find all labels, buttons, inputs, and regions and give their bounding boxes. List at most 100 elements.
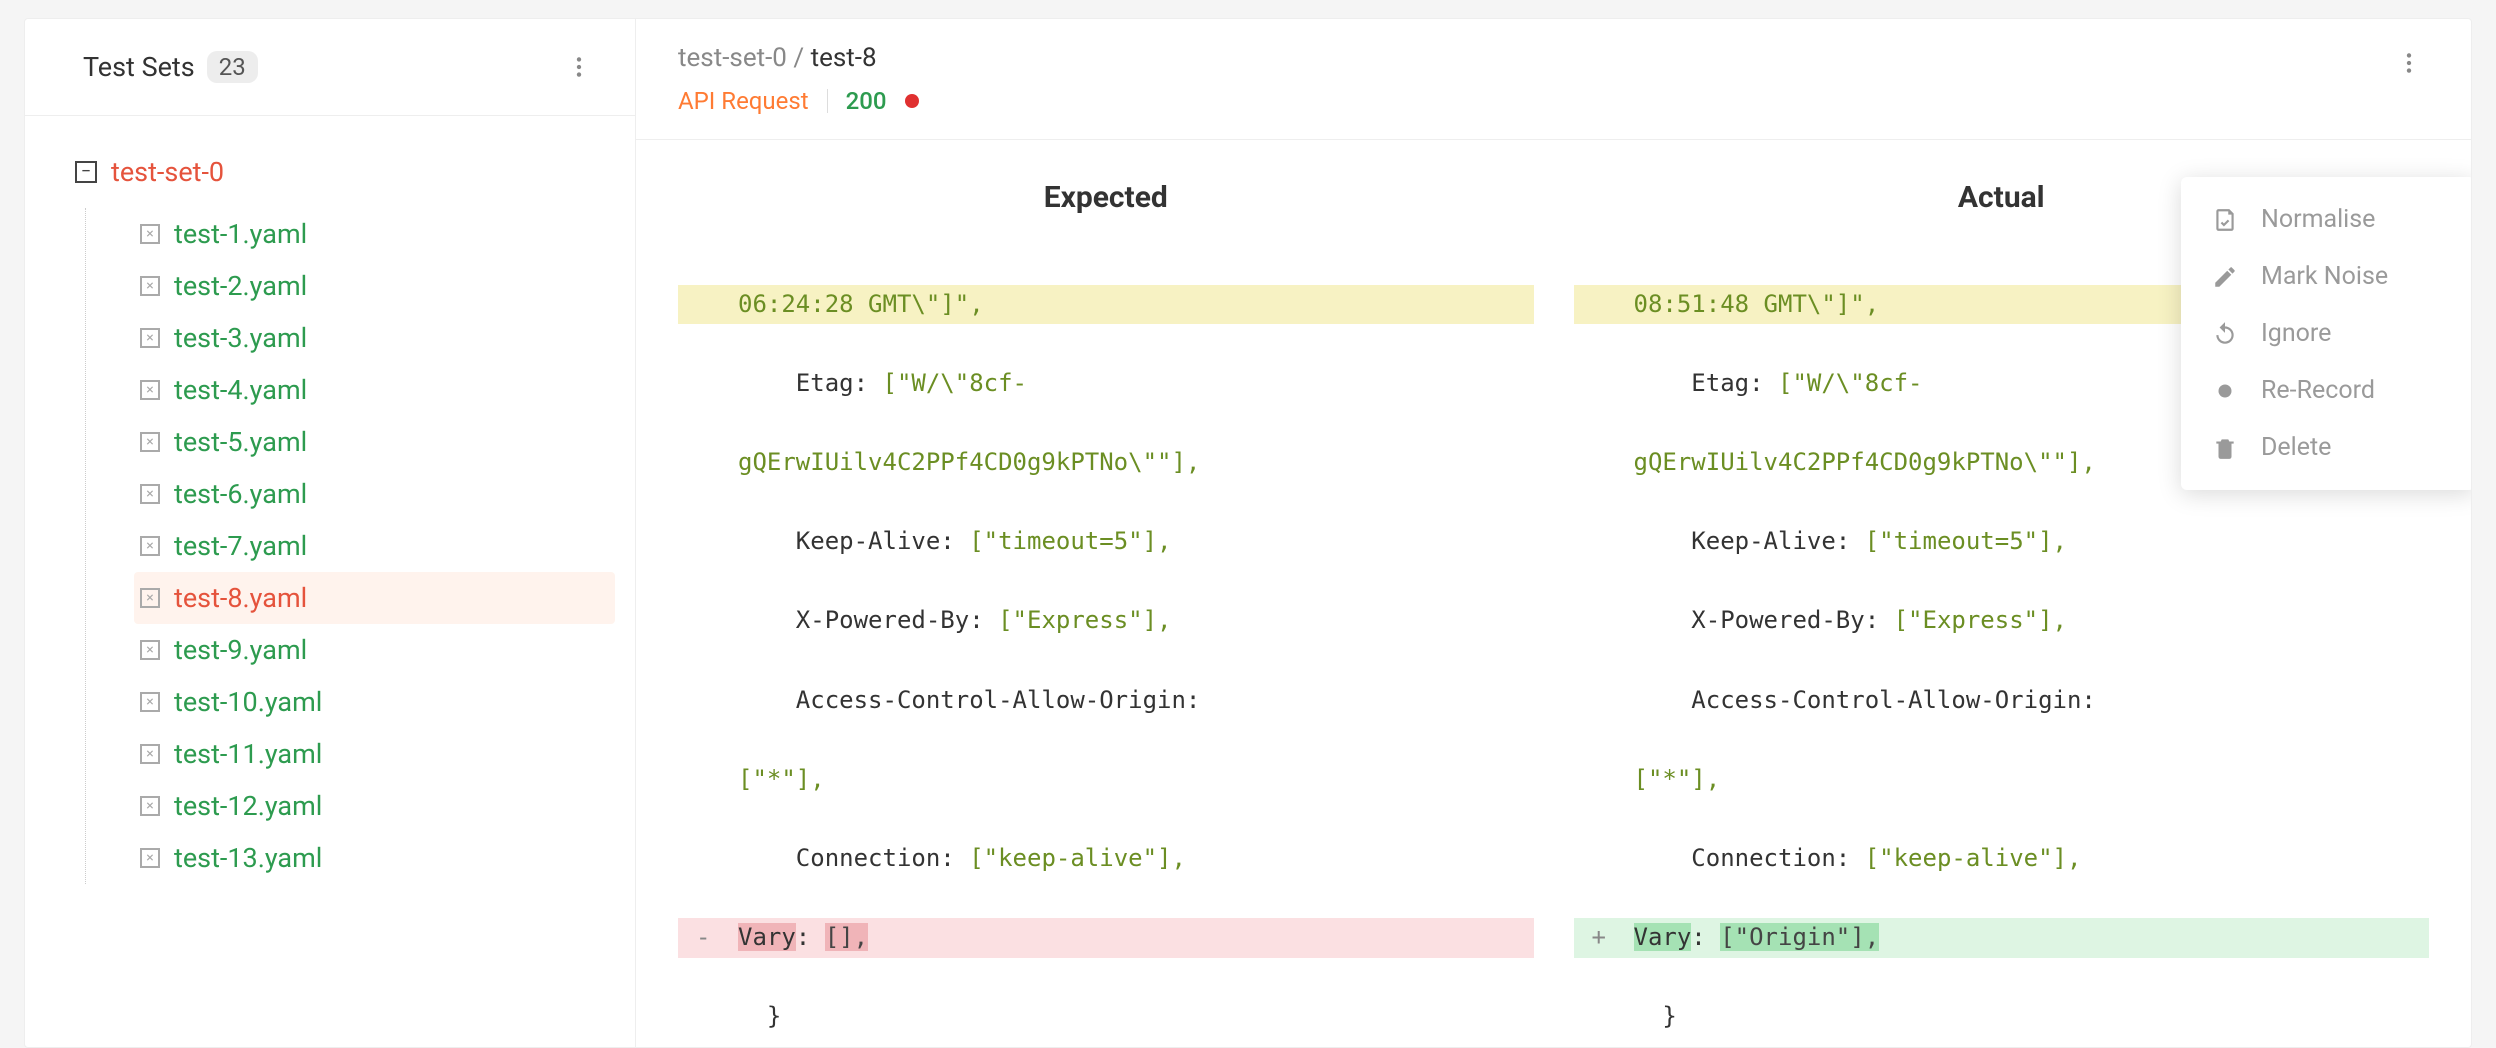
conn-key: Connection: bbox=[1691, 844, 1850, 872]
tree-item[interactable]: × test-11.yaml bbox=[134, 728, 615, 780]
tree-item[interactable]: × test-7.yaml bbox=[134, 520, 615, 572]
conn-val: ["keep-alive"], bbox=[1865, 844, 2082, 872]
etag-open: ["W/\"8cf- bbox=[1778, 369, 1923, 397]
sidebar-header: Test Sets 23 bbox=[25, 19, 635, 116]
file-icon: × bbox=[140, 536, 160, 556]
brace-close: } bbox=[1662, 1002, 1676, 1030]
menu-item-label: Re-Record bbox=[2261, 376, 2375, 405]
main-header: test-set-0 / test-8 API Request 200 bbox=[636, 19, 2471, 140]
file-icon: × bbox=[140, 744, 160, 764]
tree-item-label: test-10.yaml bbox=[174, 686, 322, 718]
tree-item[interactable]: × test-12.yaml bbox=[134, 780, 615, 832]
context-menu: Normalise Mark Noise Ignore Re-Record Delete bbox=[2181, 177, 2472, 490]
keepalive-key: Keep-Alive: bbox=[1691, 527, 1850, 555]
tree-item-label: test-11.yaml bbox=[174, 738, 322, 770]
xpb-val: ["Express"], bbox=[1894, 606, 2067, 634]
tree-item-label: test-8.yaml bbox=[174, 582, 307, 614]
file-icon: × bbox=[140, 276, 160, 296]
tree-root[interactable]: − test-set-0 bbox=[75, 156, 615, 188]
tree-item-label: test-1.yaml bbox=[174, 218, 307, 250]
file-icon: × bbox=[140, 692, 160, 712]
vary-val: ["Origin"], bbox=[1720, 923, 1879, 951]
tree-item[interactable]: ×test-4.yaml bbox=[134, 364, 615, 416]
menu-item-re-record[interactable]: Re-Record bbox=[2181, 362, 2472, 419]
file-icon: × bbox=[140, 484, 160, 504]
menu-item-label: Mark Noise bbox=[2261, 262, 2388, 291]
etag-val: gQErwIUilv4C2PPf4CD0g9kPTNo\""], bbox=[1634, 448, 2096, 476]
status-indicator-dot bbox=[905, 94, 919, 108]
collapse-icon[interactable]: − bbox=[75, 161, 97, 183]
tree-item-label: test-12.yaml bbox=[174, 790, 322, 822]
sidebar: Test Sets 23 − test-set-0 ×test-1.yaml×t… bbox=[24, 18, 636, 1048]
file-icon: × bbox=[140, 432, 160, 452]
etag-val: gQErwIUilv4C2PPf4CD0g9kPTNo\""], bbox=[738, 448, 1200, 476]
menu-item-mark-noise[interactable]: Mark Noise bbox=[2181, 248, 2472, 305]
tree-item[interactable]: × test-10.yaml bbox=[134, 676, 615, 728]
file-icon: × bbox=[140, 588, 160, 608]
etag-open: ["W/\"8cf- bbox=[883, 369, 1028, 397]
request-info: API Request 200 bbox=[678, 87, 919, 115]
xpb-key: X-Powered-By: bbox=[796, 606, 984, 634]
tree-item[interactable]: ×test-1.yaml bbox=[134, 208, 615, 260]
api-request-label: API Request bbox=[678, 87, 809, 115]
tree-item-label: test-7.yaml bbox=[174, 530, 307, 562]
circle-icon bbox=[2211, 377, 2239, 405]
keepalive-key: Keep-Alive: bbox=[796, 527, 955, 555]
expected-timestamp: 06:24:28 GMT\"]", bbox=[738, 290, 984, 318]
tree-item-label: test-9.yaml bbox=[174, 634, 307, 666]
test-sets-count-badge: 23 bbox=[207, 51, 258, 83]
etag-key: Etag: bbox=[796, 369, 868, 397]
tree-root-label: test-set-0 bbox=[111, 156, 224, 188]
tree-item[interactable]: × test-5.yaml bbox=[134, 416, 615, 468]
file-icon: × bbox=[140, 328, 160, 348]
menu-item-label: Delete bbox=[2261, 433, 2331, 462]
normalise-icon bbox=[2211, 206, 2239, 234]
file-icon: × bbox=[140, 796, 160, 816]
vary-colon: : bbox=[1691, 923, 1705, 951]
tree-item[interactable]: ×test-6.yaml bbox=[134, 468, 615, 520]
more-vertical-icon bbox=[2396, 50, 2422, 76]
sidebar-title-text: Test Sets bbox=[83, 51, 195, 83]
acao-val: ["*"], bbox=[738, 765, 825, 793]
expected-column: Expected 06:24:28 GMT\"]", Etag: ["W/\"8… bbox=[678, 180, 1534, 1048]
tree-item[interactable]: ×test-3.yaml bbox=[134, 312, 615, 364]
etag-key: Etag: bbox=[1691, 369, 1763, 397]
xpb-key: X-Powered-By: bbox=[1691, 606, 1879, 634]
tree-item[interactable]: × test-9.yaml bbox=[134, 624, 615, 676]
vary-key: Vary bbox=[738, 923, 796, 951]
tree-items: ×test-1.yaml×test-2.yaml×test-3.yaml×tes… bbox=[85, 208, 615, 884]
tree-item-label: test-4.yaml bbox=[174, 374, 307, 406]
actual-timestamp: 08:51:48 GMT\"]", bbox=[1634, 290, 1880, 318]
menu-item-label: Ignore bbox=[2261, 319, 2331, 348]
menu-item-delete[interactable]: Delete bbox=[2181, 419, 2472, 476]
breadcrumb-parent[interactable]: test-set-0 bbox=[678, 43, 787, 73]
more-vertical-icon bbox=[566, 54, 592, 80]
vary-val: [], bbox=[825, 923, 868, 951]
tree-item-label: test-5.yaml bbox=[174, 426, 307, 458]
expected-code: 06:24:28 GMT\"]", Etag: ["W/\"8cf- gQErw… bbox=[678, 245, 1534, 1048]
status-code: 200 bbox=[846, 87, 887, 115]
tree-item[interactable]: × test-8.yaml bbox=[134, 572, 615, 624]
trash-icon bbox=[2211, 434, 2239, 462]
tree-item[interactable]: ×test-13.yaml bbox=[134, 832, 615, 884]
main-panel: test-set-0 / test-8 API Request 200 Expe… bbox=[636, 18, 2472, 1048]
tree-item-label: test-2.yaml bbox=[174, 270, 307, 302]
acao-val: ["*"], bbox=[1634, 765, 1721, 793]
tree-item[interactable]: × test-2.yaml bbox=[134, 260, 615, 312]
keepalive-val: ["timeout=5"], bbox=[1865, 527, 2067, 555]
breadcrumb: test-set-0 / test-8 bbox=[678, 43, 919, 73]
main-more-button[interactable] bbox=[2389, 43, 2429, 83]
conn-key: Connection: bbox=[796, 844, 955, 872]
vary-colon: : bbox=[796, 923, 810, 951]
vary-key: Vary bbox=[1634, 923, 1692, 951]
breadcrumb-current: test-8 bbox=[811, 43, 877, 73]
file-icon: × bbox=[140, 640, 160, 660]
sidebar-more-button[interactable] bbox=[559, 47, 599, 87]
menu-item-normalise[interactable]: Normalise bbox=[2181, 191, 2472, 248]
acao-key: Access-Control-Allow-Origin: bbox=[1691, 686, 2096, 714]
menu-item-ignore[interactable]: Ignore bbox=[2181, 305, 2472, 362]
tree-item-label: test-13.yaml bbox=[174, 842, 322, 874]
keepalive-val: ["timeout=5"], bbox=[969, 527, 1171, 555]
brace-close: } bbox=[767, 1002, 781, 1030]
menu-item-label: Normalise bbox=[2261, 205, 2375, 234]
